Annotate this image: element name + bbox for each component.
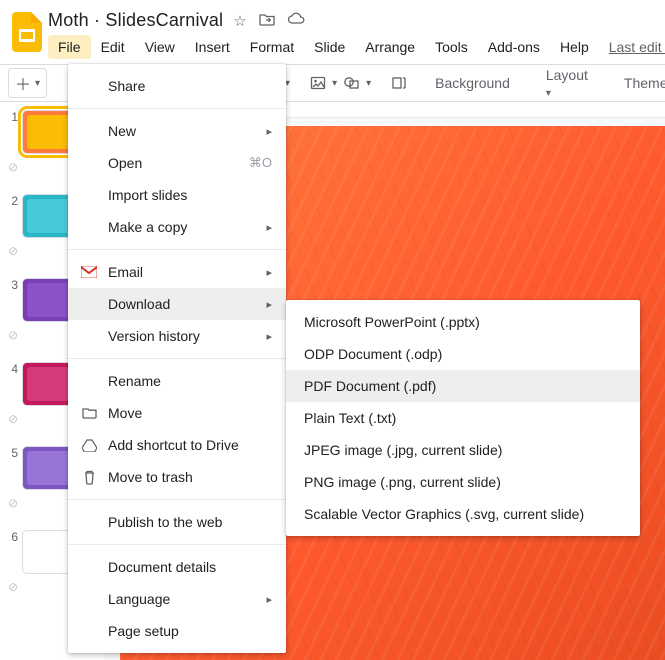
thumb-number: 5 <box>6 446 18 460</box>
trash-icon <box>80 470 98 485</box>
menu-insert[interactable]: Insert <box>185 35 240 59</box>
gmail-icon <box>80 266 98 278</box>
image-button[interactable] <box>310 72 326 94</box>
attachment-icon: ⊘ <box>8 496 18 510</box>
cloud-icon[interactable] <box>287 12 305 30</box>
theme-button[interactable]: Theme <box>616 75 665 91</box>
menu-language[interactable]: Language▸ <box>68 583 286 615</box>
separator <box>68 544 286 545</box>
menu-trash[interactable]: Move to trash <box>68 461 286 493</box>
menubar: FileEditViewInsertFormatSlideArrangeTool… <box>48 35 665 59</box>
drive-icon <box>80 439 98 452</box>
menu-add-shortcut[interactable]: Add shortcut to Drive <box>68 429 286 461</box>
doc-title[interactable]: Moth · SlidesCarnival <box>48 10 223 31</box>
separator <box>68 108 286 109</box>
star-icon[interactable]: ☆ <box>233 12 246 30</box>
menu-email[interactable]: Email▸ <box>68 256 286 288</box>
menu-new[interactable]: New▸ <box>68 115 286 147</box>
attachment-icon: ⊘ <box>8 160 18 174</box>
menu-tools[interactable]: Tools <box>425 35 478 59</box>
menu-slide[interactable]: Slide <box>304 35 355 59</box>
menu-download[interactable]: Download▸ <box>68 288 286 320</box>
app-header: Moth · SlidesCarnival ☆ FileEditViewInse… <box>0 0 665 64</box>
separator <box>68 249 286 250</box>
menu-version-history[interactable]: Version history▸ <box>68 320 286 352</box>
menu-page-setup[interactable]: Page setup <box>68 615 286 647</box>
title-area: Moth · SlidesCarnival ☆ FileEditViewInse… <box>48 6 665 59</box>
download-submenu: Microsoft PowerPoint (.pptx)ODP Document… <box>286 300 640 536</box>
attachment-icon: ⊘ <box>8 328 18 342</box>
chevron-down-icon: ▾ <box>366 78 371 89</box>
chevron-right-icon: ▸ <box>266 593 272 606</box>
chevron-down-icon: ▾ <box>35 78 40 89</box>
menu-open[interactable]: Open⌘O <box>68 147 286 179</box>
folder-icon <box>80 407 98 419</box>
menu-share[interactable]: Share <box>68 70 286 102</box>
shortcut: ⌘O <box>249 155 272 171</box>
menu-rename[interactable]: Rename <box>68 365 286 397</box>
layout-button[interactable]: Layout ▾ <box>538 67 596 99</box>
thumb-number: 2 <box>6 194 18 208</box>
chevron-right-icon: ▸ <box>266 298 272 311</box>
attachment-icon: ⊘ <box>8 244 18 258</box>
menu-add-ons[interactable]: Add-ons <box>478 35 550 59</box>
chevron-right-icon: ▸ <box>266 266 272 279</box>
thumb-number: 6 <box>6 530 18 544</box>
background-button[interactable]: Background <box>427 75 518 91</box>
file-menu: Share New▸ Open⌘O Import slides Make a c… <box>68 64 286 653</box>
new-slide-button[interactable]: ＋ ▾ <box>8 68 47 98</box>
download-option[interactable]: Scalable Vector Graphics (.svg, current … <box>286 498 640 530</box>
plus-icon: ＋ <box>15 71 31 95</box>
menu-import-slides[interactable]: Import slides <box>68 179 286 211</box>
menu-view[interactable]: View <box>135 35 185 59</box>
menu-file[interactable]: File <box>48 35 91 59</box>
transition-button[interactable] <box>391 72 407 94</box>
attachment-icon: ⊘ <box>8 412 18 426</box>
chevron-right-icon: ▸ <box>266 330 272 343</box>
menu-format[interactable]: Format <box>240 35 304 59</box>
download-option[interactable]: JPEG image (.jpg, current slide) <box>286 434 640 466</box>
menu-move[interactable]: Move <box>68 397 286 429</box>
chevron-down-icon: ▾ <box>332 78 337 89</box>
separator <box>68 358 286 359</box>
chevron-down-icon: ▾ <box>546 88 551 99</box>
folder-move-icon[interactable] <box>259 12 275 30</box>
download-option[interactable]: ODP Document (.odp) <box>286 338 640 370</box>
thumb-number: 1 <box>6 110 18 124</box>
menu-help[interactable]: Help <box>550 35 599 59</box>
thumb-number: 3 <box>6 278 18 292</box>
separator <box>68 499 286 500</box>
shape-button[interactable] <box>343 72 360 94</box>
menu-publish[interactable]: Publish to the web <box>68 506 286 538</box>
chevron-right-icon: ▸ <box>266 125 272 138</box>
menu-document-details[interactable]: Document details <box>68 551 286 583</box>
thumb-number: 4 <box>6 362 18 376</box>
download-option[interactable]: PDF Document (.pdf) <box>286 370 640 402</box>
attachment-icon: ⊘ <box>8 580 18 594</box>
download-option[interactable]: Plain Text (.txt) <box>286 402 640 434</box>
slides-logo[interactable] <box>12 12 42 52</box>
last-edit-link[interactable]: Last edit was <box>599 35 665 59</box>
menu-make-copy[interactable]: Make a copy▸ <box>68 211 286 243</box>
menu-edit[interactable]: Edit <box>91 35 135 59</box>
download-option[interactable]: Microsoft PowerPoint (.pptx) <box>286 306 640 338</box>
menu-arrange[interactable]: Arrange <box>355 35 425 59</box>
download-option[interactable]: PNG image (.png, current slide) <box>286 466 640 498</box>
chevron-right-icon: ▸ <box>266 221 272 234</box>
